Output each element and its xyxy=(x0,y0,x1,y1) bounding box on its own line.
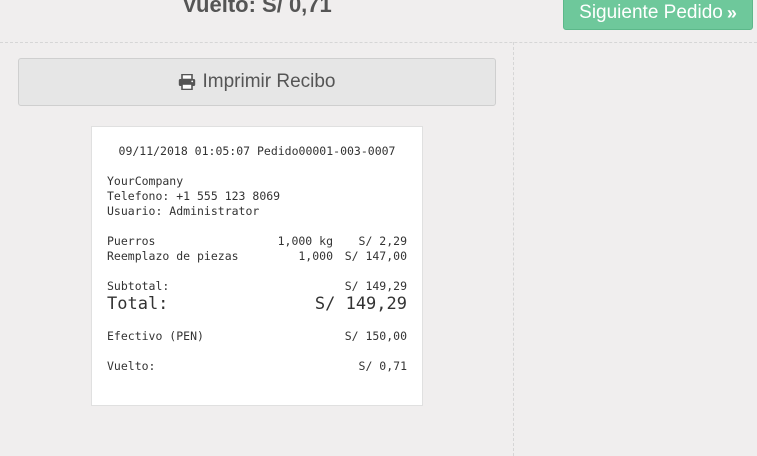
print-receipt-label: Imprimir Recibo xyxy=(202,71,336,92)
receipt-lines: Puerros 1,000 kg S/ 2,29 Reemplazo de pi… xyxy=(107,234,407,264)
next-order-button[interactable]: Siguiente Pedido » xyxy=(563,0,753,30)
receipt-phone: Telefono: +1 555 123 8069 xyxy=(107,189,281,203)
total-label: Total: xyxy=(107,294,169,314)
line-quantity: 1,000 xyxy=(298,249,333,263)
receipt-line: Puerros 1,000 kg S/ 2,29 xyxy=(107,234,407,249)
divider-horizontal xyxy=(0,42,757,43)
line-quantity: 1,000 kg xyxy=(277,234,333,248)
print-icon xyxy=(179,74,196,90)
change-amount-title: Vuelto: S/ 0,71 xyxy=(182,0,332,17)
receipt-payment: Efectivo (PEN) S/ 150,00 xyxy=(107,329,407,344)
line-price: S/ 2,29 xyxy=(358,234,407,248)
chevron-double-right-icon: » xyxy=(726,2,737,23)
print-receipt-button[interactable]: Imprimir Recibo xyxy=(18,58,496,106)
line-price: S/ 147,00 xyxy=(344,249,407,263)
line-product: Puerros xyxy=(107,234,156,248)
subtotal-label: Subtotal: xyxy=(107,279,170,293)
receipt-totals: Subtotal: S/ 149,29 Total: S/ 149,29 xyxy=(107,279,407,314)
subtotal-row: Subtotal: S/ 149,29 xyxy=(107,279,407,294)
receipt-change: Vuelto: S/ 0,71 xyxy=(107,359,407,374)
payment-label: Efectivo (PEN) xyxy=(107,329,204,343)
change-row: Vuelto: S/ 0,71 xyxy=(107,359,407,374)
total-row: Total: S/ 149,29 xyxy=(107,294,407,314)
payment-row: Efectivo (PEN) S/ 150,00 xyxy=(107,329,407,344)
payment-value: S/ 150,00 xyxy=(344,329,407,343)
receipt: 09/11/2018 01:05:07 Pedido00001-003-0007… xyxy=(91,126,423,406)
next-order-label: Siguiente Pedido xyxy=(579,2,723,23)
divider-vertical xyxy=(513,42,514,456)
top-bar: Vuelto: S/ 0,71 Siguiente Pedido » xyxy=(0,0,757,42)
subtotal-value: S/ 149,29 xyxy=(344,279,407,293)
change-label: Vuelto: xyxy=(107,359,156,373)
receipt-company: YourCompany xyxy=(107,174,184,188)
receipt-user: Usuario: Administrator xyxy=(107,204,260,218)
receipt-company-block: YourCompany Telefono: +1 555 123 8069 Us… xyxy=(107,174,407,219)
line-product: Reemplazo de piezas xyxy=(107,249,239,263)
total-value: S/ 149,29 xyxy=(314,294,407,314)
change-value: S/ 0,71 xyxy=(358,359,407,373)
receipt-line: Reemplazo de piezas 1,000 S/ 147,00 xyxy=(107,249,407,264)
receipt-header-line: 09/11/2018 01:05:07 Pedido00001-003-0007 xyxy=(118,144,396,158)
